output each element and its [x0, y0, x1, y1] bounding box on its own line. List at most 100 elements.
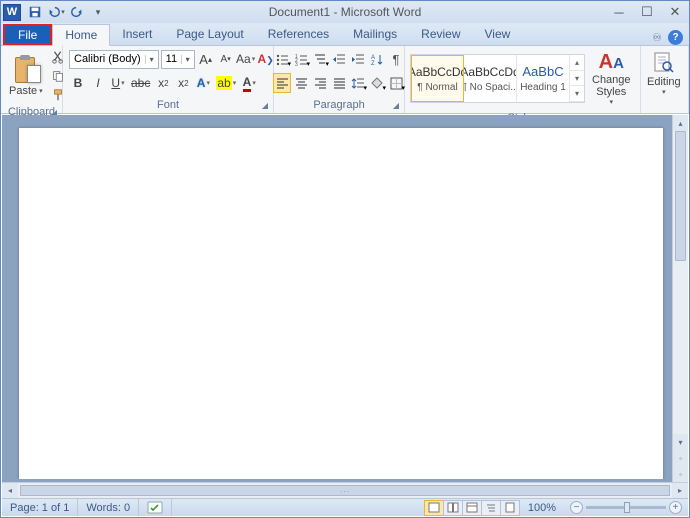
tab-references[interactable]: References — [256, 23, 341, 45]
view-draft-icon[interactable] — [500, 500, 520, 516]
gallery-scroll: ▴ ▾ ▾ — [570, 55, 584, 102]
change-case-icon[interactable]: Aa▾ — [237, 49, 255, 69]
zoom-out-icon[interactable]: − — [570, 501, 583, 514]
maximize-button[interactable]: ☐ — [633, 2, 661, 22]
qat-customize-icon[interactable]: ▾ — [89, 3, 107, 21]
superscript-icon[interactable]: x2 — [174, 73, 192, 93]
change-styles-button[interactable]: AA Change Styles ▾ — [589, 49, 634, 108]
zoom-level[interactable]: 100% — [520, 502, 564, 514]
ribbon-tabs: File Home Insert Page Layout References … — [1, 23, 689, 46]
prev-page-icon[interactable]: ◦ — [673, 450, 688, 466]
group-label-font: Font — [157, 99, 179, 111]
gallery-up-icon[interactable]: ▴ — [570, 55, 584, 71]
clear-formatting-icon[interactable]: A❯ — [257, 49, 275, 69]
status-words[interactable]: Words: 0 — [78, 499, 139, 516]
svg-text:Z: Z — [371, 61, 375, 67]
bullets-icon[interactable]: ▾ — [273, 49, 291, 69]
vertical-scrollbar: ▴ ▾ ◦ ◦ — [672, 115, 688, 482]
zoom-in-icon[interactable]: + — [669, 501, 682, 514]
document-page[interactable] — [19, 128, 663, 479]
style-heading-1[interactable]: AaBbC Heading 1 — [517, 55, 570, 102]
group-styles: AaBbCcDd ¶ Normal AaBbCcDd ¶ No Spaci...… — [405, 46, 641, 113]
multilevel-list-icon[interactable]: ▾ — [311, 49, 329, 69]
bold-icon[interactable]: B — [69, 73, 87, 93]
underline-icon[interactable]: U▾ — [109, 73, 127, 93]
svg-text:3: 3 — [295, 62, 298, 67]
title-bar: W ▾ ▾ Document1 - Microsoft Word ─ ☐ ✕ — [1, 1, 689, 23]
align-center-icon[interactable] — [292, 73, 310, 93]
decrease-indent-icon[interactable] — [330, 49, 348, 69]
font-size-combo[interactable]: 11▾ — [161, 50, 195, 69]
align-right-icon[interactable] — [311, 73, 329, 93]
grow-font-icon[interactable]: A▴ — [197, 49, 215, 69]
group-editing: Editing ▾ — [641, 46, 689, 113]
ribbon: Paste▾ Clipboard◢ Calibri (Body)▾ 11▾ A▴… — [1, 46, 689, 114]
style-gallery: AaBbCcDd ¶ Normal AaBbCcDd ¶ No Spaci...… — [410, 54, 585, 103]
document-area: ▴ ▾ ◦ ◦ — [2, 115, 688, 482]
view-full-screen-icon[interactable] — [443, 500, 463, 516]
subscript-icon[interactable]: x2 — [154, 73, 172, 93]
status-bar: Page: 1 of 1 Words: 0 100% − + — [2, 498, 688, 516]
zoom-track[interactable] — [586, 506, 666, 509]
tab-view[interactable]: View — [473, 23, 523, 45]
help-icon[interactable]: ? — [668, 30, 683, 45]
group-clipboard: Paste▾ Clipboard◢ — [1, 46, 63, 113]
minimize-ribbon-icon[interactable]: ♾ — [652, 31, 662, 44]
highlight-icon[interactable]: ab▾ — [214, 73, 238, 93]
justify-icon[interactable] — [330, 73, 348, 93]
style-no-spacing[interactable]: AaBbCcDd ¶ No Spaci... — [464, 55, 517, 102]
view-outline-icon[interactable] — [481, 500, 501, 516]
view-web-layout-icon[interactable] — [462, 500, 482, 516]
shading-icon[interactable]: ▾ — [368, 73, 386, 93]
group-font: Calibri (Body)▾ 11▾ A▴ A▾ Aa▾ A❯ B I U▾ … — [63, 46, 274, 113]
zoom-thumb[interactable] — [624, 502, 630, 513]
style-normal[interactable]: AaBbCcDd ¶ Normal — [411, 55, 464, 102]
increase-indent-icon[interactable] — [349, 49, 367, 69]
line-spacing-icon[interactable]: ▾ — [349, 73, 367, 93]
group-paragraph: ▾ 123▾ ▾ AZ ¶ ▾ ▾ ▾ Paragraph◢ — [274, 46, 405, 113]
view-print-layout-icon[interactable] — [424, 500, 444, 516]
change-styles-icon: AA — [599, 51, 624, 74]
scroll-right-icon[interactable]: ▸ — [672, 483, 688, 498]
status-page[interactable]: Page: 1 of 1 — [2, 499, 78, 516]
borders-icon[interactable]: ▾ — [387, 73, 405, 93]
redo-icon[interactable] — [68, 3, 86, 21]
tab-mailings[interactable]: Mailings — [341, 23, 409, 45]
font-launcher-icon[interactable]: ◢ — [260, 101, 270, 111]
status-proofing-icon[interactable] — [139, 499, 172, 516]
tab-insert[interactable]: Insert — [110, 23, 164, 45]
window-title: Document1 - Microsoft Word — [269, 5, 422, 19]
tab-review[interactable]: Review — [409, 23, 472, 45]
editing-menu-button[interactable]: Editing ▾ — [647, 50, 681, 96]
minimize-button[interactable]: ─ — [605, 2, 633, 22]
horizontal-scrollbar: ◂ ∙∙∙ ▸ — [2, 482, 688, 498]
quick-access-toolbar: ▾ ▾ — [26, 3, 107, 21]
next-page-icon[interactable]: ◦ — [673, 466, 688, 482]
scroll-down-icon[interactable]: ▾ — [673, 434, 688, 450]
paste-button[interactable]: Paste▾ — [6, 53, 46, 99]
save-icon[interactable] — [26, 3, 44, 21]
tab-file[interactable]: File — [3, 24, 52, 45]
scroll-up-icon[interactable]: ▴ — [673, 115, 688, 131]
find-icon — [651, 50, 677, 76]
gallery-more-icon[interactable]: ▾ — [570, 86, 584, 102]
italic-icon[interactable]: I — [89, 73, 107, 93]
align-left-icon[interactable] — [273, 73, 291, 93]
gallery-down-icon[interactable]: ▾ — [570, 71, 584, 87]
tab-page-layout[interactable]: Page Layout — [164, 23, 255, 45]
vertical-scroll-thumb[interactable] — [675, 131, 686, 261]
paragraph-launcher-icon[interactable]: ◢ — [391, 101, 401, 111]
font-name-combo[interactable]: Calibri (Body)▾ — [69, 50, 159, 69]
sort-icon[interactable]: AZ — [368, 49, 386, 69]
undo-icon[interactable]: ▾ — [47, 3, 65, 21]
strikethrough-icon[interactable]: abc — [129, 73, 152, 93]
paste-icon — [13, 55, 39, 85]
numbering-icon[interactable]: 123▾ — [292, 49, 310, 69]
scroll-left-icon[interactable]: ◂ — [2, 483, 18, 498]
text-effects-icon[interactable]: A▾ — [194, 73, 212, 93]
tab-home[interactable]: Home — [52, 24, 110, 46]
font-color-icon[interactable]: A▾ — [240, 73, 258, 93]
shrink-font-icon[interactable]: A▾ — [217, 49, 235, 69]
show-marks-icon[interactable]: ¶ — [387, 49, 405, 69]
close-button[interactable]: ✕ — [661, 2, 689, 22]
